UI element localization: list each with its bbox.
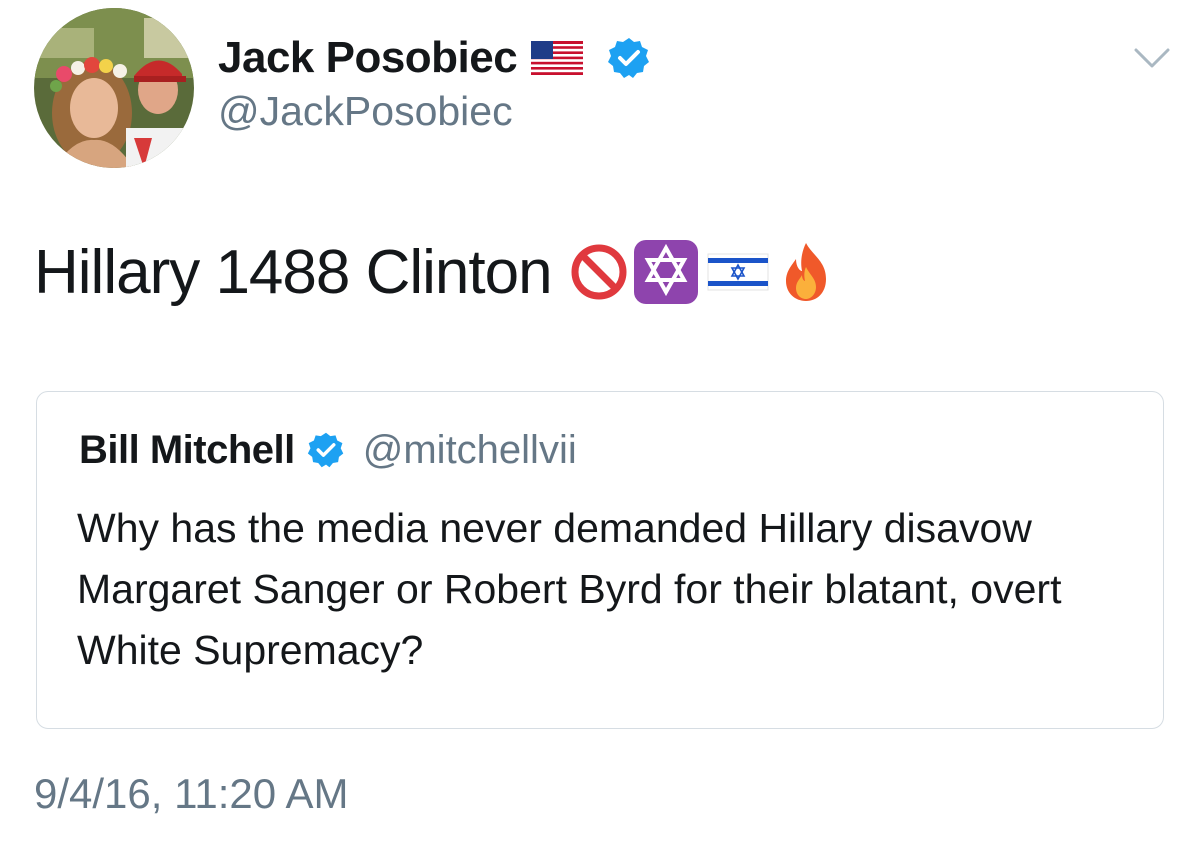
tweet-text-body: Hillary 1488 Clinton: [34, 237, 553, 307]
star-of-david-icon: [633, 240, 698, 304]
avatar[interactable]: [34, 8, 194, 168]
emoji-row: [570, 238, 834, 306]
author-name-row: Jack Posobiec: [218, 30, 651, 86]
quoted-author-display-name: Bill Mitchell: [79, 427, 295, 472]
profile-photo: [34, 8, 194, 168]
verified-badge-icon: [608, 38, 650, 78]
tweet-timestamp[interactable]: 9/4/16, 11:20 AM: [34, 770, 348, 818]
verified-badge-icon: [307, 432, 344, 468]
author-handle[interactable]: @JackPosobiec: [218, 88, 513, 135]
quoted-author-handle: @mitchellvii: [362, 427, 577, 472]
no-entry-sign-icon: [571, 244, 627, 300]
quoted-tweet-header: Bill Mitchell @mitchellvii: [79, 420, 577, 480]
quoted-tweet-card[interactable]: Bill Mitchell @mitchellvii Why has the m…: [36, 391, 1164, 729]
israel-flag-icon: [707, 253, 769, 291]
quoted-tweet-text: Why has the media never demanded Hillary…: [77, 505, 1062, 673]
chevron-down-icon[interactable]: [1132, 44, 1172, 72]
author-display-name[interactable]: Jack Posobiec: [218, 33, 518, 83]
tweet-text: Hillary 1488 Clinton: [34, 232, 834, 312]
fire-icon: [785, 243, 826, 301]
us-flag-icon: [531, 41, 584, 75]
